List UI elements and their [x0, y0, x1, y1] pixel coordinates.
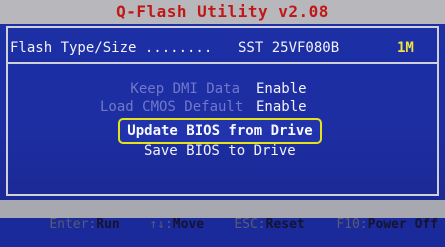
keep-dmi-label: Keep DMI Data	[130, 81, 240, 97]
save-bios-option[interactable]: Save BIOS to Drive	[144, 143, 296, 159]
status-move: ↑↓:Move	[118, 202, 204, 247]
status-power-key: F10:	[336, 217, 368, 232]
status-power-off: F10:Power Off	[305, 202, 438, 247]
update-bios-option[interactable]: Update BIOS from Drive	[118, 118, 322, 144]
bottom-border	[6, 194, 439, 196]
right-border	[437, 26, 439, 194]
separator-line	[6, 62, 439, 64]
status-reset-key: ESC:	[234, 217, 266, 232]
flash-type-label: Flash Type/Size ........	[10, 40, 213, 56]
load-cmos-label: Load CMOS Default	[100, 99, 244, 115]
left-border	[6, 26, 8, 194]
status-reset-action: Reset	[265, 217, 305, 232]
status-run: Enter:Run	[18, 202, 120, 247]
bios-screen: Q-Flash Utility v2.08 Flash Type/Size ..…	[0, 0, 445, 232]
flash-type-value: SST 25VF080B	[238, 40, 340, 56]
top-border	[6, 26, 439, 28]
keep-dmi-value[interactable]: Enable	[256, 81, 307, 97]
app-title: Q-Flash Utility v2.08	[116, 2, 329, 21]
status-move-action: Move	[172, 217, 205, 232]
flash-size-value: 1M	[397, 40, 414, 56]
status-reset: ESC:Reset	[203, 202, 305, 247]
status-power-action: Power Off	[367, 217, 439, 232]
status-run-action: Run	[96, 217, 120, 232]
status-run-key: Enter:	[49, 217, 97, 232]
status-move-key: ↑↓:	[149, 217, 173, 232]
load-cmos-value[interactable]: Enable	[256, 99, 307, 115]
